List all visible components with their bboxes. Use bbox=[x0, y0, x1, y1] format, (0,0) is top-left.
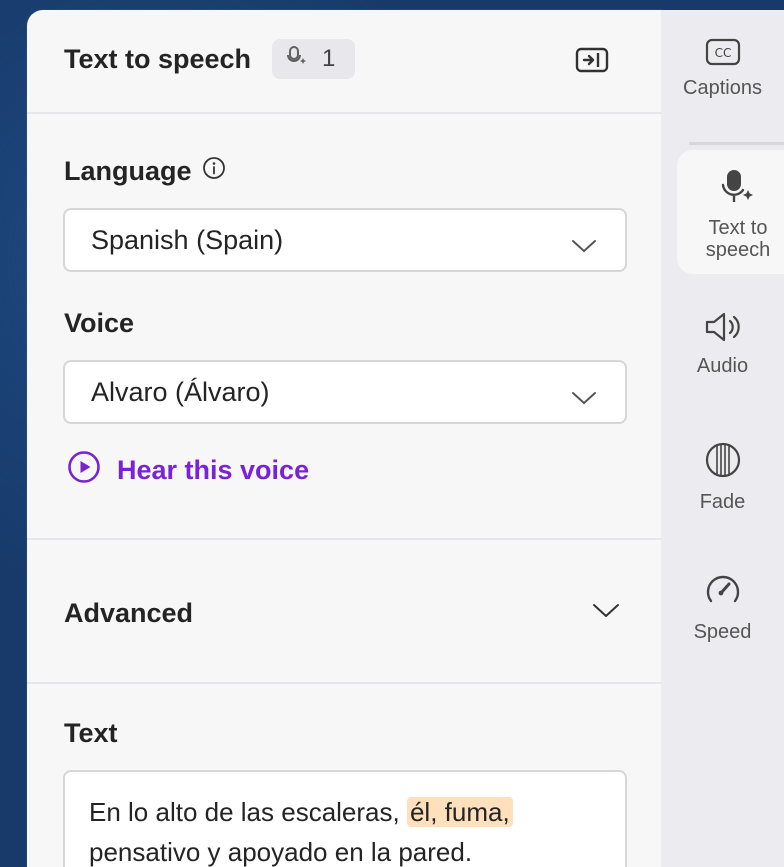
collapse-panel-icon bbox=[575, 47, 609, 73]
voice-label: Voice bbox=[64, 308, 135, 338]
collapse-panel-button[interactable] bbox=[572, 44, 612, 76]
language-select[interactable]: Spanish (Spain) bbox=[63, 208, 627, 272]
language-select-value: Spanish (Spain) bbox=[91, 224, 284, 255]
rail-item-label: Speed bbox=[693, 621, 752, 643]
advanced-label: Advanced bbox=[64, 598, 194, 628]
rail-item-fade[interactable]: Fade bbox=[661, 440, 784, 513]
rail-item-label: Audio bbox=[696, 355, 749, 377]
panel-title: Text to speech bbox=[64, 44, 252, 74]
rail-item-label: Captions bbox=[683, 77, 762, 99]
voice-select-value: Alvaro (Álvaro) bbox=[91, 376, 270, 407]
hear-this-voice-button[interactable]: Hear this voice bbox=[67, 450, 309, 491]
speed-icon bbox=[703, 570, 743, 615]
text-to-speech-icon bbox=[720, 168, 756, 211]
hear-this-voice-label: Hear this voice bbox=[117, 455, 310, 485]
highlighted-text: él, fuma, bbox=[406, 797, 513, 827]
text-input[interactable]: En lo alto de las escaleras, él, fuma, p… bbox=[63, 770, 627, 867]
language-label-text: Language bbox=[64, 156, 192, 186]
rail-item-speed[interactable]: Speed bbox=[661, 570, 784, 643]
advanced-section-toggle[interactable]: Advanced bbox=[64, 598, 193, 629]
side-rail: CC Captions Text to speech Audio Fade Sp… bbox=[661, 10, 784, 867]
text-after-highlight: pensativo y apoyado en la pared. bbox=[89, 837, 473, 867]
voice-count-badge[interactable]: 1 bbox=[272, 39, 355, 79]
section-divider bbox=[27, 682, 661, 684]
rail-item-audio[interactable]: Audio bbox=[661, 310, 784, 377]
voice-select[interactable]: Alvaro (Álvaro) bbox=[63, 360, 627, 424]
voice-sparkle-icon bbox=[286, 44, 308, 75]
info-icon[interactable] bbox=[202, 156, 226, 187]
text-before-highlight: En lo alto de las escaleras, bbox=[89, 797, 407, 827]
captions-icon: CC bbox=[705, 38, 741, 71]
rail-separator bbox=[689, 142, 784, 145]
svg-text:CC: CC bbox=[714, 46, 731, 60]
play-icon bbox=[67, 450, 101, 491]
rail-item-label: Text to speech bbox=[705, 217, 771, 261]
section-divider bbox=[27, 538, 661, 540]
panel-header: Text to speech 1 bbox=[27, 10, 661, 114]
chevron-down-icon bbox=[593, 604, 619, 617]
rail-item-label: Fade bbox=[699, 491, 746, 513]
rail-item-text-to-speech[interactable]: Text to speech bbox=[677, 168, 784, 261]
rail-item-captions[interactable]: CC Captions bbox=[661, 38, 784, 99]
chevron-down-icon bbox=[571, 382, 597, 413]
fade-icon bbox=[703, 440, 743, 485]
voice-count: 1 bbox=[322, 45, 336, 72]
language-label: Language bbox=[64, 156, 226, 187]
chevron-down-icon bbox=[571, 230, 597, 261]
text-to-speech-panel: Text to speech 1 Language Spanish (Spain… bbox=[27, 10, 661, 867]
text-label: Text bbox=[64, 718, 118, 748]
audio-icon bbox=[703, 310, 743, 349]
advanced-expand-button[interactable] bbox=[592, 602, 620, 625]
